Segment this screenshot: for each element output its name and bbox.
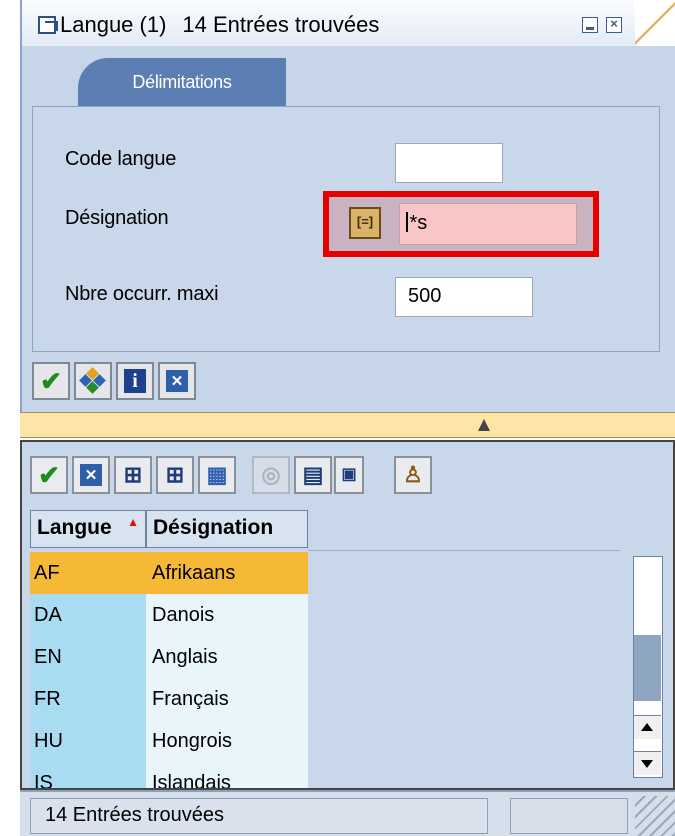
cancel-icon: ✕ bbox=[80, 464, 102, 486]
table-row[interactable]: AF Afrikaans bbox=[30, 552, 308, 594]
code-langue-label: Code langue bbox=[65, 148, 177, 170]
language-code-cell: FR bbox=[30, 678, 146, 720]
table-row[interactable]: EN Anglais bbox=[30, 636, 308, 678]
column-header-langue-label: Langue bbox=[37, 516, 112, 539]
minimize-button[interactable] bbox=[582, 17, 598, 33]
resize-grip-icon[interactable] bbox=[635, 796, 675, 836]
search-criteria-panel: Délimitations Code langue Désignation [=… bbox=[20, 46, 675, 412]
execute-button[interactable]: ✔ bbox=[32, 362, 70, 400]
dialog-title-name: Langue (1) bbox=[60, 12, 167, 37]
cancel-button[interactable]: ✕ bbox=[158, 362, 196, 400]
dialog-title-count: 14 Entrées trouvées bbox=[182, 12, 380, 37]
close-button[interactable]: × bbox=[606, 17, 622, 33]
check-icon: ✔ bbox=[38, 460, 60, 490]
help-button[interactable]: ◎ bbox=[252, 456, 290, 494]
table-row[interactable]: FR Français bbox=[30, 678, 308, 720]
choose-button[interactable]: ✔ bbox=[30, 456, 68, 494]
language-name-cell: Français bbox=[146, 678, 308, 720]
designation-input[interactable]: *s bbox=[399, 203, 577, 245]
column-header-designation[interactable]: Désignation bbox=[146, 510, 308, 548]
status-message: 14 Entrées trouvées bbox=[30, 798, 488, 834]
info-button[interactable]: i bbox=[116, 362, 154, 400]
language-code-cell: DA bbox=[30, 594, 146, 636]
layout-icon: ▣ bbox=[341, 466, 357, 483]
results-area: ✔ ✕ ⊞ ⊞ ▦ ◎ ▤ ▣ ♙ Langue ▲ Désignation A… bbox=[20, 440, 675, 790]
table-row[interactable]: HU Hongrois bbox=[30, 720, 308, 762]
cancel-icon: ✕ bbox=[166, 370, 188, 392]
max-hits-input[interactable]: 500 bbox=[395, 277, 533, 317]
sort-indicator-icon: ▲ bbox=[127, 515, 139, 529]
scrollbar-thumb[interactable] bbox=[634, 635, 661, 701]
code-langue-input[interactable] bbox=[395, 143, 503, 183]
info-icon: i bbox=[124, 369, 146, 393]
language-name-cell: Hongrois bbox=[146, 720, 308, 762]
check-icon: ✔ bbox=[40, 366, 62, 396]
text-cursor bbox=[406, 212, 408, 232]
print-button[interactable]: ▤ bbox=[294, 456, 332, 494]
table-row[interactable]: DA Danois bbox=[30, 594, 308, 636]
layout-button[interactable]: ▣ bbox=[334, 456, 364, 494]
language-code-cell: HU bbox=[30, 720, 146, 762]
grid-empty-area bbox=[308, 550, 620, 786]
multiple-selection-button[interactable] bbox=[74, 362, 112, 400]
settings-button[interactable]: ♙ bbox=[394, 456, 432, 494]
language-code-cell: IS bbox=[30, 762, 146, 788]
close-icon: × bbox=[610, 16, 618, 31]
dialog-title-bar: Langue (1) 14 Entrées trouvées × bbox=[20, 0, 675, 46]
vertical-scrollbar[interactable] bbox=[633, 556, 663, 778]
help-icon: ◎ bbox=[261, 462, 281, 487]
window-icon bbox=[38, 16, 58, 34]
select-option-icon[interactable]: [=] bbox=[349, 207, 381, 239]
print-icon: ▤ bbox=[302, 462, 324, 487]
export-icon: ▦ bbox=[206, 462, 228, 487]
title-bar-corner bbox=[635, 0, 675, 46]
tab-content-frame: Code langue Désignation [=] *s Nbre occu… bbox=[32, 106, 660, 352]
find-next-icon: ⊞ bbox=[165, 462, 185, 487]
language-code-cell: EN bbox=[30, 636, 146, 678]
settings-icon: ♙ bbox=[403, 462, 423, 487]
status-bar: 14 Entrées trouvées bbox=[20, 790, 675, 836]
language-name-cell: Anglais bbox=[146, 636, 308, 678]
dialog-title: Langue (1) 14 Entrées trouvées bbox=[60, 12, 379, 38]
designation-highlight-box: [=] *s bbox=[323, 191, 599, 257]
multiple-selection-icon bbox=[79, 367, 106, 394]
find-next-button[interactable]: ⊞ bbox=[156, 456, 194, 494]
find-icon: ⊞ bbox=[123, 462, 143, 487]
scroll-down-icon[interactable] bbox=[634, 751, 661, 775]
status-secondary-field bbox=[510, 798, 628, 834]
splitter-grip-icon[interactable] bbox=[478, 419, 490, 431]
column-header-designation-label: Désignation bbox=[153, 516, 274, 539]
column-header-langue[interactable]: Langue ▲ bbox=[30, 510, 146, 548]
export-button[interactable]: ▦ bbox=[198, 456, 236, 494]
language-code-cell: AF bbox=[30, 552, 146, 594]
result-cancel-button[interactable]: ✕ bbox=[72, 456, 110, 494]
language-name-cell: Afrikaans bbox=[146, 552, 308, 594]
pane-splitter[interactable] bbox=[20, 412, 675, 438]
tab-delimitations[interactable]: Délimitations bbox=[78, 58, 286, 106]
language-name-cell: Islandais bbox=[146, 762, 308, 788]
language-name-cell: Danois bbox=[146, 594, 308, 636]
scroll-up-icon[interactable] bbox=[634, 715, 661, 739]
designation-value: *s bbox=[409, 212, 428, 234]
designation-label: Désignation bbox=[65, 207, 169, 229]
table-row[interactable]: IS Islandais bbox=[30, 762, 308, 788]
find-button[interactable]: ⊞ bbox=[114, 456, 152, 494]
max-hits-label: Nbre occurr. maxi bbox=[65, 283, 219, 305]
